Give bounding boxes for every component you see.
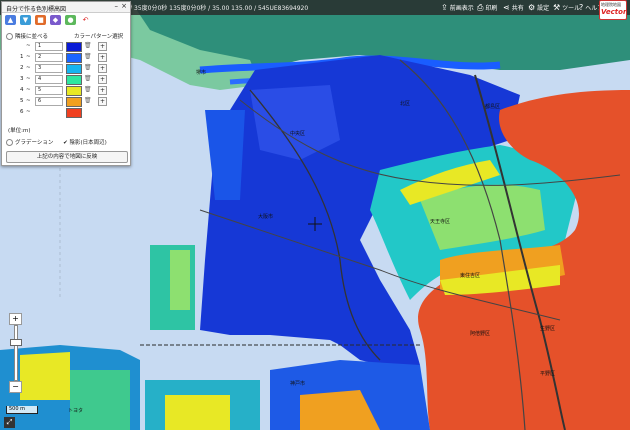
unit-label: (単位:m) — [8, 128, 31, 134]
layers-icon[interactable]: ◆ — [50, 15, 61, 25]
trash-icon[interactable]: 🗑 — [84, 53, 92, 60]
trash-icon[interactable]: 🗑 — [84, 75, 92, 82]
share-icon: ⇪ — [441, 3, 448, 12]
threshold-row: 5 ~ 6 🗑 + — [20, 97, 107, 107]
undo-icon[interactable]: ↶ — [80, 15, 91, 25]
zoom-out-button[interactable]: − — [9, 381, 22, 393]
trash-icon[interactable]: 🗑 — [84, 86, 92, 93]
color-swatch[interactable] — [66, 53, 82, 63]
panel-toolbar: ▲ ▼ ■ ◆ ● ↶ — [5, 15, 91, 26]
zoom-in-button[interactable]: + — [9, 313, 22, 325]
trash-icon[interactable]: 🗑 — [84, 64, 92, 71]
threshold-row: 3 ~ 4 🗑 + — [20, 75, 107, 85]
map-place-label: 阿倍野区 — [470, 331, 491, 337]
threshold-input[interactable]: 2 — [35, 53, 63, 62]
coordinate-readout: 35度0分0秒 135度0分0秒 / 35.00 135.00 / 545UE8… — [134, 5, 309, 12]
zoom-slider-track[interactable] — [14, 325, 18, 381]
zoom-slider-thumb[interactable] — [10, 339, 22, 346]
add-row-button[interactable]: + — [98, 42, 107, 51]
share-button[interactable]: ⋖ 共有 — [503, 2, 524, 13]
map-place-label: 東住吉区 — [460, 273, 481, 279]
minimize-icon[interactable]: – — [115, 2, 119, 10]
panel-titlebar[interactable]: 自分で作る色別標高図 – × — [2, 2, 130, 13]
tools-button[interactable]: ⚒ ツール — [553, 2, 580, 13]
map-center-crosshair — [308, 216, 322, 231]
radio-icon — [6, 33, 13, 40]
map-place-label: 神戸市 — [290, 381, 306, 387]
map-place-label: トヨタ — [68, 408, 84, 414]
palette-select-link[interactable]: カラーパターン選択 — [74, 32, 123, 40]
color-swatch[interactable] — [66, 64, 82, 74]
map-place-label: 都島区 — [485, 104, 501, 110]
print-icon: ⎙ — [477, 2, 484, 12]
map-place-label: 生野区 — [540, 326, 556, 332]
settings-button[interactable]: ⚙ 設定 — [528, 2, 549, 13]
gsi-vector-logo[interactable]: 地理院地図 Vector — [599, 0, 627, 20]
threshold-input[interactable]: 3 — [35, 64, 63, 73]
trash-icon[interactable]: 🗑 — [84, 97, 92, 104]
save-icon[interactable]: ■ — [35, 15, 46, 25]
threshold-row: 6 ~ — [6, 108, 126, 118]
add-row-button[interactable]: + — [98, 64, 107, 73]
color-swatch[interactable] — [66, 86, 82, 96]
threshold-row: 4 ~ 5 🗑 + — [20, 86, 107, 96]
open-icon[interactable]: ▼ — [20, 15, 31, 25]
map-place-label: 平野区 — [540, 371, 556, 377]
help-icon: ? — [579, 3, 584, 12]
map-place-label: 大阪市 — [258, 214, 274, 220]
fullscreen-icon[interactable]: ⤢ — [4, 417, 15, 428]
color-swatch[interactable] — [66, 42, 82, 52]
add-row-button[interactable]: + — [98, 97, 107, 106]
gradation-options: グラデーション ✔ 陰影(日本周辺) — [6, 138, 107, 146]
tool-icon: ⚒ — [553, 3, 561, 12]
threshold-row: 1 ~ 2 🗑 + — [20, 53, 107, 63]
export-icon[interactable]: ● — [65, 15, 76, 25]
add-row-button[interactable]: + — [98, 53, 107, 62]
shading-checkbox[interactable]: ✔ 陰影(日本周辺) — [63, 138, 107, 146]
scale-bar: 500 m — [6, 406, 38, 414]
palette-icon[interactable]: ▲ — [5, 15, 16, 25]
gradation-option[interactable]: グラデーション — [6, 139, 53, 146]
map-place-label: 北区 — [400, 101, 411, 107]
color-swatch[interactable] — [66, 97, 82, 107]
add-row-button[interactable]: + — [98, 86, 107, 95]
map-place-label: 堺市 — [196, 70, 207, 76]
threshold-row: 2 ~ 3 🗑 + — [20, 64, 107, 74]
radio-icon — [6, 139, 13, 146]
prev-view-button[interactable]: ⇪ 前画表示 — [441, 2, 474, 13]
zoom-control: + − — [9, 313, 22, 393]
color-elevation-panel: 自分で作る色別標高図 – × ▲ ▼ ■ ◆ ● ↶ 隣接に並べる カラーパター… — [1, 1, 131, 166]
panel-title: 自分で作る色別標高図 — [6, 6, 67, 13]
add-row-button[interactable]: + — [98, 75, 107, 84]
color-swatch[interactable] — [66, 108, 82, 118]
map-place-label: 天王寺区 — [430, 219, 451, 225]
color-swatch[interactable] — [66, 75, 82, 85]
share-icon: ⋖ — [503, 3, 510, 12]
threshold-input[interactable]: 4 — [35, 75, 63, 84]
trash-icon[interactable]: 🗑 — [84, 42, 92, 49]
gear-icon: ⚙ — [528, 3, 536, 12]
threshold-input[interactable]: 1 — [35, 42, 63, 51]
map-place-label: 中央区 — [290, 131, 306, 137]
threshold-row: ~ 1 🗑 + — [26, 42, 107, 52]
apply-to-map-button[interactable]: 上記の内容で地図に反映 — [6, 151, 128, 163]
adjacent-order-option[interactable]: 隣接に並べる — [6, 32, 48, 40]
threshold-input[interactable]: 5 — [35, 86, 63, 95]
print-button[interactable]: ⎙ 印刷 — [477, 2, 497, 13]
close-icon[interactable]: × — [121, 2, 127, 10]
threshold-input[interactable]: 6 — [35, 97, 63, 106]
